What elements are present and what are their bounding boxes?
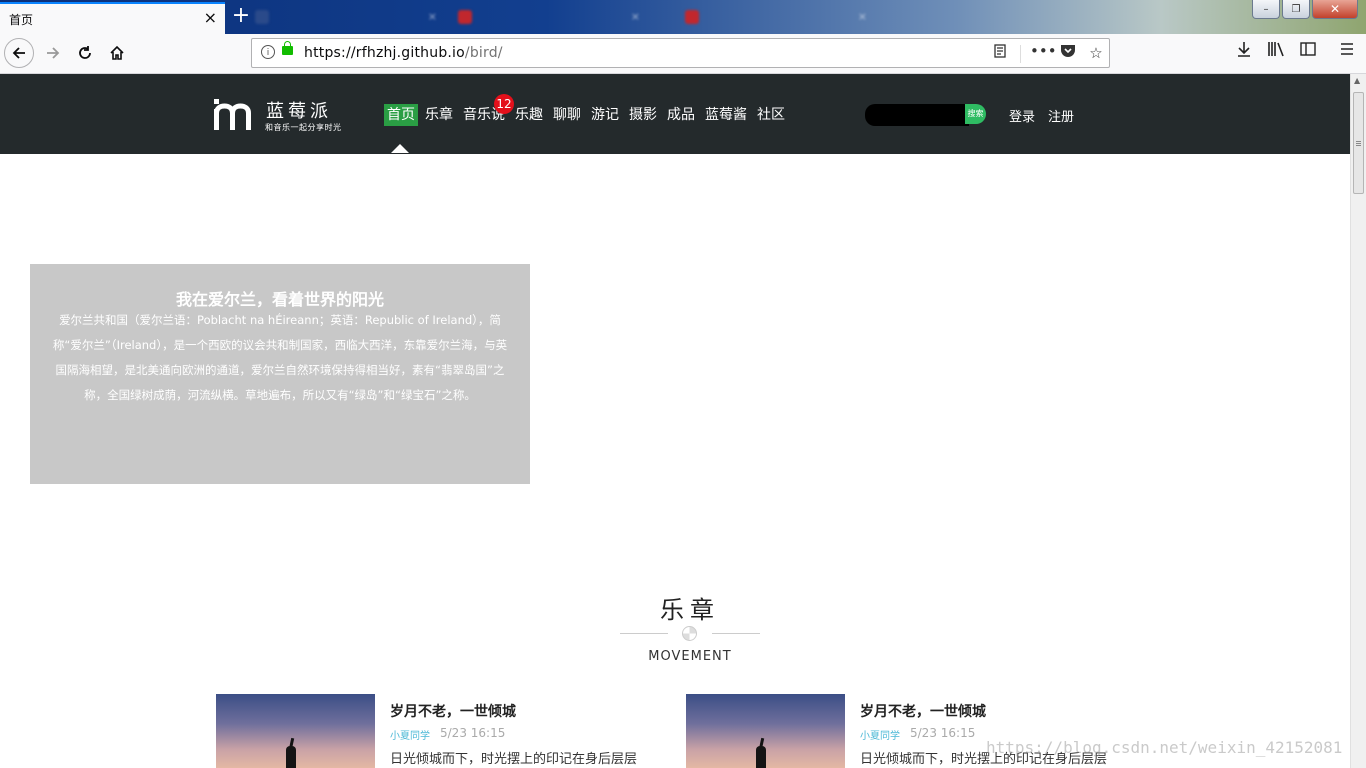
section-divider (620, 633, 668, 634)
window-controls: – ❐ ✕ (1252, 0, 1358, 20)
active-tab-title: 首页 (9, 13, 34, 27)
logo-m-icon[interactable] (213, 97, 261, 131)
page-actions-icon[interactable]: ••• (1030, 42, 1057, 60)
search-input[interactable] (865, 104, 969, 126)
bookmark-star-icon[interactable]: ☆ (1086, 44, 1106, 62)
url-path: /bird/ (464, 45, 503, 61)
downloads-icon[interactable] (1233, 41, 1255, 61)
search-button[interactable]: 搜索 (965, 104, 986, 124)
nav-item-movement[interactable]: 乐章 (422, 104, 456, 126)
forward-arrow-icon (47, 47, 60, 59)
watermark-text: https://blog.csdn.net/weixin_42152081 (986, 738, 1343, 757)
banner-text: 爱尔兰共和国（爱尔兰语：Poblacht na hÉireann；英语：Repu… (52, 313, 508, 402)
scrollbar-thumb[interactable] (1353, 92, 1364, 194)
background-tab[interactable]: × (458, 4, 648, 30)
tab-favicon-icon (685, 10, 699, 24)
section-title: 乐章 (660, 596, 720, 624)
home-button[interactable] (102, 38, 132, 68)
close-tab-icon[interactable]: × (858, 4, 867, 30)
close-tab-icon[interactable]: × (204, 9, 217, 27)
section-ball-icon (682, 626, 697, 641)
close-tab-icon[interactable]: × (428, 4, 437, 30)
nav-item-home[interactable]: 首页 (384, 104, 418, 126)
article-title[interactable]: 岁月不老，一世倾城 (390, 701, 516, 721)
tab-favicon-icon (458, 10, 472, 24)
article-author[interactable]: 小夏同学 (860, 727, 900, 742)
register-link[interactable]: 注册 (1048, 106, 1074, 125)
section-divider (712, 633, 760, 634)
scroll-up-icon[interactable]: ▲ (1354, 76, 1360, 85)
notification-badge: 12 (494, 94, 514, 114)
section-subtitle: MOVEMENT (648, 649, 732, 664)
menu-hamburger-icon[interactable] (1336, 41, 1358, 61)
tab-strip: 首页 × + × × × – ❐ ✕ (0, 0, 1366, 34)
address-bar[interactable]: i https://rfhzhj.github.io/bird/ ••• ☆ (251, 38, 1110, 68)
site-info-icon[interactable]: i (261, 45, 275, 59)
url-text[interactable]: https://rfhzhj.github.io/bird/ (304, 45, 503, 61)
reader-view-icon[interactable] (990, 44, 1010, 62)
background-tab[interactable]: × (685, 4, 875, 30)
article-thumbnail[interactable] (686, 694, 845, 768)
logo-slogan: 和音乐一起分享时光 (265, 123, 342, 132)
nav-item-blueberry-jam[interactable]: 蓝莓酱 (702, 104, 750, 126)
lock-icon[interactable] (282, 41, 293, 55)
reload-button[interactable] (70, 38, 100, 68)
banner-card[interactable]: 我在爱尔兰，看着世界的阳光 爱尔兰共和国（爱尔兰语：Poblacht na hÉ… (30, 264, 530, 484)
new-tab-button[interactable]: + (230, 4, 252, 28)
maximize-window-button[interactable]: ❐ (1282, 0, 1310, 19)
active-tab[interactable]: 首页 × (0, 2, 225, 34)
back-button[interactable] (4, 38, 34, 68)
library-icon[interactable] (1265, 41, 1287, 61)
forward-button[interactable] (38, 38, 68, 68)
background-tab[interactable]: × (255, 4, 445, 30)
nav-item-chat[interactable]: 聊聊 (550, 104, 584, 126)
minimize-window-button[interactable]: – (1252, 0, 1280, 19)
article-title[interactable]: 岁月不老，一世倾城 (860, 701, 986, 721)
main-nav: 首页 乐章 音乐说 12 乐趣 聊聊 游记 摄影 成品 蓝莓酱 社区 (384, 94, 792, 126)
login-link[interactable]: 登录 (1009, 106, 1035, 125)
sidebar-icon[interactable] (1297, 41, 1319, 61)
close-tab-icon[interactable]: × (631, 4, 640, 30)
nav-item-works[interactable]: 成品 (664, 104, 698, 126)
article-excerpt: 日光倾城而下，时光摆上的印记在身后层层 (390, 752, 638, 767)
article-date: 5/23 16:15 (440, 726, 506, 740)
article-date: 5/23 16:15 (910, 726, 976, 740)
article-card[interactable]: 岁月不老，一世倾城 小夏同学 5/23 16:15 日光倾城而下，时光摆上的印记… (216, 694, 676, 768)
page-scrollbar[interactable]: ▲ (1350, 74, 1366, 768)
url-separator (1020, 45, 1021, 63)
nav-item-music-talk[interactable]: 音乐说 12 (460, 94, 514, 126)
banner-title: 我在爱尔兰，看着世界的阳光 (175, 290, 384, 309)
article-author[interactable]: 小夏同学 (390, 727, 430, 742)
pocket-icon[interactable] (1058, 44, 1078, 62)
url-host: https://rfhzhj.github.io (304, 45, 465, 61)
nav-active-caret (391, 144, 409, 153)
logo-text: 蓝莓派 (266, 101, 332, 122)
close-window-button[interactable]: ✕ (1312, 0, 1358, 19)
site-header: 蓝莓派 和音乐一起分享时光 首页 乐章 音乐说 12 乐趣 聊聊 游记 摄影 成… (0, 74, 1350, 154)
reload-icon (79, 46, 91, 59)
nav-item-photography[interactable]: 摄影 (626, 104, 660, 126)
nav-item-fun[interactable]: 乐趣 (512, 104, 546, 126)
nav-item-community[interactable]: 社区 (754, 104, 788, 126)
browser-toolbar: i https://rfhzhj.github.io/bird/ ••• ☆ (0, 34, 1366, 74)
tab-favicon-icon (255, 10, 269, 24)
article-thumbnail[interactable] (216, 694, 375, 768)
home-icon (110, 45, 124, 60)
back-arrow-icon (12, 47, 25, 59)
nav-item-travel[interactable]: 游记 (588, 104, 622, 126)
